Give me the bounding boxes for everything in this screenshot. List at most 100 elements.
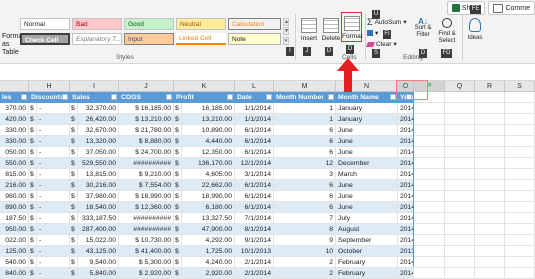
table-cell[interactable]: $ [70,180,78,191]
table-cell[interactable]: June [336,147,398,158]
grid-cell[interactable] [475,246,505,257]
table-cell[interactable]: 6 [274,180,336,191]
styles-scroll-down-button[interactable]: ▼ [283,27,289,35]
table-cell[interactable]: July [336,213,398,224]
table-cell[interactable]: 12/1/2014 [235,158,274,169]
table-cell[interactable]: - [37,103,70,114]
table-cell[interactable]: 890.00 [0,202,29,213]
table-cell[interactable]: - [37,202,70,213]
table-cell[interactable]: 2014 [398,136,414,147]
table-cell[interactable]: ########## [119,158,174,169]
grid-cell[interactable] [445,191,475,202]
table-cell[interactable]: $ [29,202,37,213]
grid-cell[interactable] [475,125,505,136]
table-cell[interactable]: $ 9,210.00 [119,169,174,180]
grid-cell[interactable] [414,246,445,257]
table-cell[interactable]: $ 13,210.00 [119,114,174,125]
grid-cell[interactable] [414,136,445,147]
grid-cell[interactable] [505,202,535,213]
table-cell[interactable]: $ [174,169,182,180]
style-input[interactable]: Input [124,33,174,45]
table-cell[interactable]: 26,420.00 [78,114,119,125]
table-cell[interactable]: 6/1/2014 [235,191,274,202]
grid-cell[interactable] [445,246,475,257]
table-cell[interactable]: 6 [274,202,336,213]
table-cell[interactable]: 22,662.00 [182,180,235,191]
grid-cell[interactable] [475,235,505,246]
table-cell[interactable]: $ [70,136,78,147]
table-cell[interactable]: 815.00 [0,169,29,180]
table-cell[interactable]: $ 41,400.00 [119,246,174,257]
table-cell[interactable]: $ [29,257,37,268]
grid-cell[interactable] [475,213,505,224]
table-cell[interactable]: 5,840.00 [78,268,119,279]
table-cell[interactable]: February [336,257,398,268]
grid-cell[interactable] [445,136,475,147]
table-cell[interactable]: 2014 [398,147,414,158]
table-cell[interactable]: 6 [274,136,336,147]
table-cell[interactable]: $ [29,191,37,202]
style-check-cell[interactable]: Check Cell [20,33,70,45]
table-cell[interactable]: 1/1/2014 [235,114,274,125]
table-cell[interactable]: 2,920.00 [182,268,235,279]
table-cell[interactable]: 2014 [398,180,414,191]
table-cell[interactable]: June [336,125,398,136]
table-cell[interactable]: 2014 [398,268,414,279]
grid-cell[interactable] [445,125,475,136]
filter-dropdown-icon[interactable] [328,94,334,100]
table-cell[interactable]: $ [29,103,37,114]
grid-cell[interactable] [414,158,445,169]
table-cell[interactable]: - [37,169,70,180]
grid-cell[interactable] [505,180,535,191]
table-cell[interactable]: $ 12,360.00 [119,202,174,213]
grid-cell[interactable] [505,246,535,257]
table-cell[interactable]: ########## [119,213,174,224]
table-cell[interactable]: - [37,180,70,191]
table-cell[interactable]: $ [174,235,182,246]
column-header[interactable]: K [174,81,235,92]
grid-cell[interactable] [475,257,505,268]
column-header[interactable] [0,81,29,92]
table-cell[interactable]: $ [174,191,182,202]
table-header-cell[interactable]: les [0,92,29,103]
table-cell[interactable]: 2 [274,257,336,268]
table-cell[interactable]: $ [29,114,37,125]
grid-cell[interactable] [505,125,535,136]
table-cell[interactable]: 2014 [398,169,414,180]
table-cell[interactable]: 12,350.00 [182,147,235,158]
grid-cell[interactable] [475,147,505,158]
grid-cell[interactable] [475,114,505,125]
table-cell[interactable]: 7 [274,213,336,224]
table-cell[interactable]: $ [70,246,78,257]
table-cell[interactable]: 2014 [398,235,414,246]
table-cell[interactable]: 950.00 [0,224,29,235]
table-cell[interactable]: 2014 [398,125,414,136]
grid-cell[interactable] [414,224,445,235]
grid-cell[interactable] [475,136,505,147]
table-cell[interactable]: $ [70,257,78,268]
table-cell[interactable]: 980.00 [0,191,29,202]
table-cell[interactable]: $ [70,202,78,213]
table-cell[interactable]: $ [70,125,78,136]
table-header-cell[interactable]: Sales [70,92,119,103]
table-cell[interactable]: 8 [274,224,336,235]
grid-cell[interactable] [475,180,505,191]
column-header[interactable]: J [119,81,174,92]
table-cell[interactable]: 16,185.00 [182,103,235,114]
table-cell[interactable]: 2014 [398,158,414,169]
table-cell[interactable]: 3 [274,169,336,180]
table-cell[interactable]: 1 [274,103,336,114]
grid-cell[interactable] [445,169,475,180]
table-cell[interactable]: $ 2,920.00 [119,268,174,279]
table-cell[interactable]: - [37,213,70,224]
grid-cell[interactable] [414,103,445,114]
style-normal[interactable]: Normal [20,18,70,30]
table-cell[interactable]: $ [70,169,78,180]
table-header-cell[interactable]: COGS [119,92,174,103]
table-cell[interactable]: 4,605.00 [182,169,235,180]
table-cell[interactable]: 2014 [398,114,414,125]
table-cell[interactable]: - [37,136,70,147]
table-cell[interactable]: 32,670.00 [78,125,119,136]
table-cell[interactable]: $ [70,158,78,169]
table-cell[interactable]: $ [70,268,78,279]
